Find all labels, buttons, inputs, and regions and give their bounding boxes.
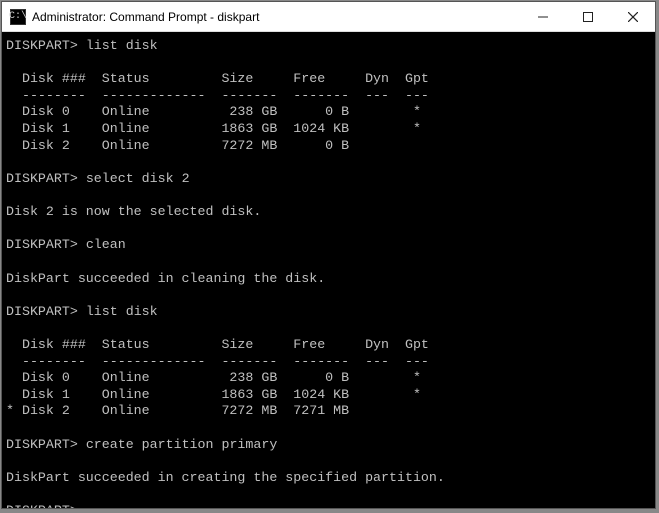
- table-row: Disk 2 Online 7272 MB 0 B: [6, 138, 349, 153]
- table-row: Disk 0 Online 238 GB 0 B *: [6, 370, 421, 385]
- prompt: DISKPART>: [6, 237, 78, 252]
- table-row: * Disk 2 Online 7272 MB 7271 MB: [6, 403, 349, 418]
- table-row: Disk 1 Online 1863 GB 1024 KB *: [6, 121, 421, 136]
- command: select disk 2: [86, 171, 190, 186]
- prompt: DISKPART>: [6, 304, 78, 319]
- table-row: Disk 1 Online 1863 GB 1024 KB *: [6, 387, 421, 402]
- command: list disk: [86, 38, 158, 53]
- command-prompt-window: C:\ Administrator: Command Prompt - disk…: [1, 1, 656, 509]
- maximize-button[interactable]: [565, 2, 610, 31]
- prompt: DISKPART>: [6, 171, 78, 186]
- command: clean: [86, 237, 126, 252]
- status-message: DiskPart succeeded in cleaning the disk.: [6, 271, 325, 286]
- minimize-button[interactable]: [520, 2, 565, 31]
- table-header: Disk ### Status Size Free Dyn Gpt: [6, 337, 429, 352]
- table-header: Disk ### Status Size Free Dyn Gpt: [6, 71, 429, 86]
- cmd-icon: C:\: [10, 9, 26, 25]
- window-controls: [520, 2, 655, 31]
- command: create partition primary: [86, 437, 278, 452]
- table-divider: -------- ------------- ------- ------- -…: [6, 88, 429, 103]
- table-row: Disk 0 Online 238 GB 0 B *: [6, 104, 421, 119]
- status-message: DiskPart succeeded in creating the speci…: [6, 470, 445, 485]
- close-button[interactable]: [610, 2, 655, 31]
- prompt: DISKPART>: [6, 503, 78, 508]
- prompt: DISKPART>: [6, 437, 78, 452]
- window-title: Administrator: Command Prompt - diskpart: [32, 10, 520, 24]
- titlebar[interactable]: C:\ Administrator: Command Prompt - disk…: [2, 2, 655, 32]
- prompt: DISKPART>: [6, 38, 78, 53]
- command: list disk: [86, 304, 158, 319]
- table-divider: -------- ------------- ------- ------- -…: [6, 354, 429, 369]
- status-message: Disk 2 is now the selected disk.: [6, 204, 261, 219]
- terminal-output[interactable]: DISKPART> list disk Disk ### Status Size…: [2, 32, 655, 508]
